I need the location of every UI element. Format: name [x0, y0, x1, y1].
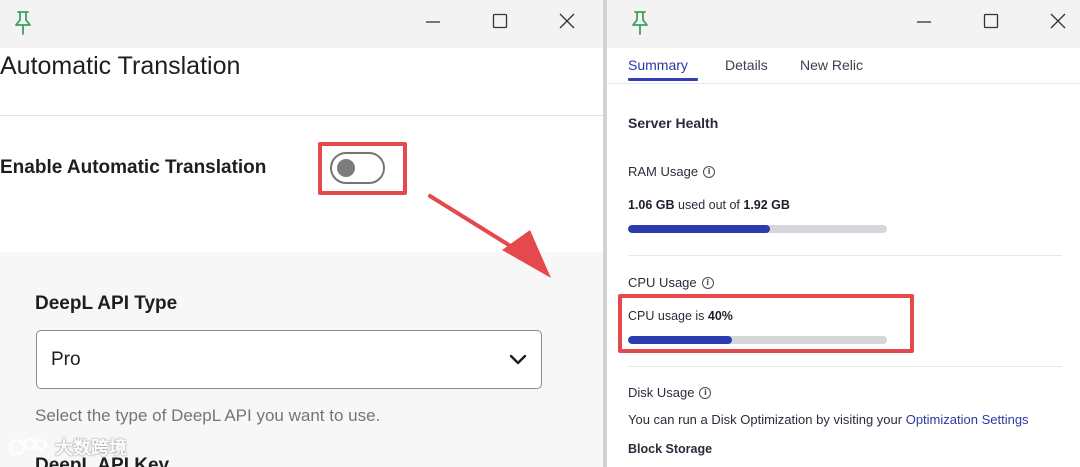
close-icon[interactable] — [552, 8, 582, 34]
maximize-icon[interactable] — [485, 8, 515, 34]
ram-total-value: 1.92 GB — [743, 198, 790, 212]
info-icon[interactable]: i — [699, 386, 712, 399]
minimize-icon[interactable] — [909, 8, 939, 34]
close-icon[interactable] — [1043, 8, 1073, 34]
block-storage-label: Block Storage — [628, 442, 713, 456]
disk-usage-label-text: Disk Usage — [628, 385, 695, 400]
disk-usage-description: You can run a Disk Optimization by visit… — [628, 412, 906, 427]
minimize-icon[interactable] — [418, 8, 448, 34]
enable-translation-label: Enable Automatic Translation — [0, 157, 267, 178]
right-window: Summary Details New Relic Server Health … — [607, 0, 1080, 467]
annotation-arrow-icon — [428, 194, 551, 278]
cpu-usage-label: CPU Usage i — [628, 275, 714, 290]
tab-bar: Summary Details New Relic — [607, 48, 1080, 84]
maximize-icon[interactable] — [976, 8, 1006, 34]
ram-used-middle: used out of — [674, 198, 744, 212]
tab-new-relic[interactable]: New Relic — [800, 57, 863, 73]
active-tab-indicator — [628, 78, 698, 81]
api-type-help-text: Select the type of DeepL API you want to… — [35, 406, 381, 425]
section-title: Server Health — [628, 115, 719, 131]
divider — [0, 115, 603, 116]
right-titlebar — [607, 0, 1080, 48]
api-type-label: DeepL API Type — [35, 293, 178, 314]
pin-icon[interactable] — [629, 10, 651, 36]
tab-details[interactable]: Details — [725, 57, 768, 73]
cpu-usage-label-text: CPU Usage — [628, 275, 697, 290]
ram-usage-label: RAM Usage i — [628, 164, 716, 179]
disk-usage-text: You can run a Disk Optimization by visit… — [628, 412, 1029, 427]
chevron-down-icon — [509, 353, 527, 372]
api-type-select[interactable]: Pro — [36, 330, 542, 389]
watermark: 大数跨境 — [8, 434, 127, 460]
page-title: Automatic Translation — [0, 52, 241, 80]
divider — [628, 255, 1062, 256]
optimization-settings-link[interactable]: Optimization Settings — [906, 412, 1029, 427]
watermark-logo-icon — [8, 437, 48, 456]
api-type-selected-value: Pro — [51, 349, 81, 370]
ram-usage-bar — [628, 225, 887, 233]
info-icon[interactable]: i — [703, 165, 716, 178]
ram-usage-label-text: RAM Usage — [628, 164, 699, 179]
left-titlebar — [0, 0, 603, 48]
toggle-highlight-box — [318, 142, 407, 195]
watermark-text: 大数跨境 — [55, 438, 127, 458]
ram-usage-text: 1.06 GB used out of 1.92 GB — [628, 198, 790, 212]
info-icon[interactable]: i — [701, 276, 714, 289]
divider — [628, 366, 1062, 367]
disk-usage-label: Disk Usage i — [628, 385, 712, 400]
cpu-highlight-box — [618, 294, 914, 353]
ram-usage-bar-fill — [628, 225, 771, 233]
ram-used-value: 1.06 GB — [628, 198, 675, 212]
tab-summary[interactable]: Summary — [628, 57, 688, 73]
pin-icon[interactable] — [12, 10, 34, 36]
